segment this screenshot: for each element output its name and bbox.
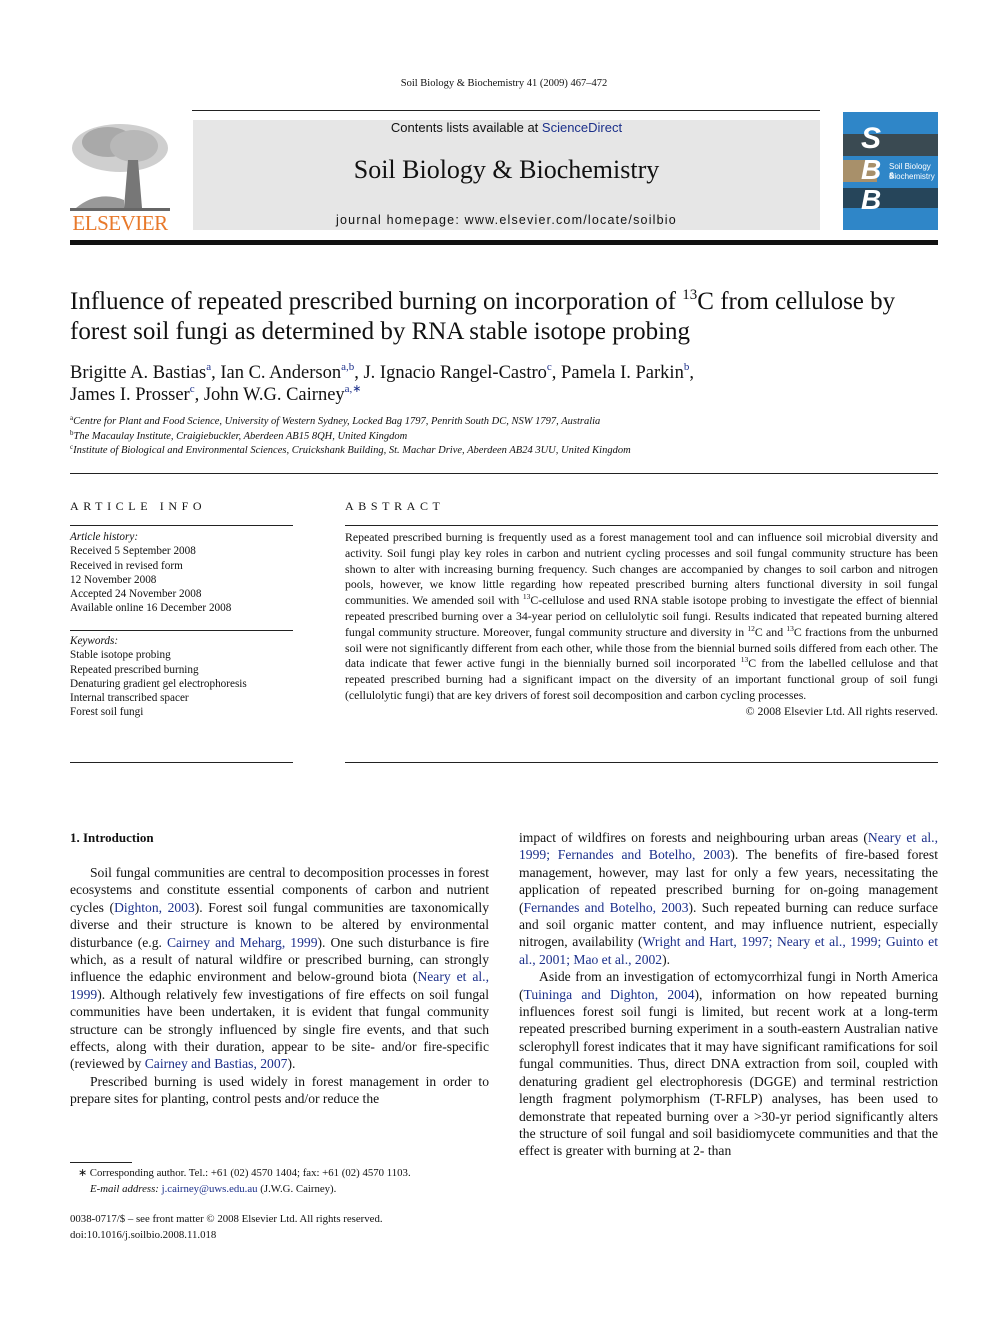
history-item: Received in revised form (70, 559, 183, 572)
cover-image-strip-1 (843, 134, 938, 156)
author-separator: , (211, 363, 221, 383)
author-name[interactable]: Brigitte A. Bastias (70, 363, 206, 383)
keyword-item: Repeated prescribed burning (70, 663, 199, 676)
author-separator: , (689, 363, 694, 383)
paragraph: impact of wildfires on forests and neigh… (519, 829, 938, 968)
email-suffix: (J.W.G. Cairney). (257, 1183, 337, 1195)
keywords: Keywords: Stable isotope probing Repeate… (70, 634, 295, 720)
section-heading-introduction: 1. Introduction (70, 830, 154, 845)
affiliation-text: The Macaulay Institute, Craigiebuckler, … (73, 431, 408, 442)
abstract-rule (345, 525, 938, 526)
history-item: Available online 16 December 2008 (70, 602, 232, 615)
cover-letter-b2: B (861, 184, 882, 215)
citation-link[interactable]: Fernandes and Botelho, 2003 (524, 900, 689, 915)
author-name[interactable]: James I. Prosser (70, 385, 190, 405)
journal-homepage-link[interactable]: journal homepage: www.elsevier.com/locat… (193, 213, 820, 227)
history-item: Accepted 24 November 2008 (70, 588, 202, 601)
cover-title-line2: Biochemistry (889, 172, 935, 181)
keyword-item: Stable isotope probing (70, 649, 171, 662)
email-label: E-mail address: (90, 1183, 159, 1195)
affiliation-text: Institute of Biological and Environmenta… (73, 445, 631, 456)
paragraph: Soil fungal communities are central to d… (70, 864, 489, 1073)
keyword-item: Internal transcribed spacer (70, 692, 189, 705)
elsevier-wordmark: ELSEVIER (72, 211, 168, 235)
affiliation-c: cInstitute of Biological and Environment… (70, 444, 950, 457)
author-name[interactable]: J. Ignacio Rangel-Castro (363, 363, 546, 383)
author-name[interactable]: Ian C. Anderson (220, 363, 341, 383)
affiliations-rule (70, 473, 938, 474)
author-name[interactable]: Pamela I. Parkin (561, 363, 684, 383)
abstract-copyright: © 2008 Elsevier Ltd. All rights reserved… (745, 703, 938, 718)
history-item: 12 November 2008 (70, 573, 157, 586)
keywords-label: Keywords: (70, 635, 119, 647)
author-name[interactable]: John W.G. Cairney (204, 385, 345, 405)
history-item: Received 5 September 2008 (70, 545, 196, 558)
affiliation-text: Centre for Plant and Food Science, Unive… (73, 416, 601, 427)
abstract-text: C and (754, 624, 787, 639)
article-history: Article history: Received 5 September 20… (70, 530, 295, 616)
article-info-heading: ARTICLE INFO (70, 499, 207, 513)
body-column-left: Soil fungal communities are central to d… (70, 864, 489, 1108)
keyword-item: Forest soil fungi (70, 706, 144, 719)
corresponding-author-footnote: ∗ Corresponding author. Tel.: +61 (02) 4… (78, 1165, 498, 1197)
article-title: Influence of repeated prescribed burning… (70, 287, 950, 347)
author-affiliation-link[interactable]: a,b (341, 361, 354, 373)
author-affiliation-link[interactable]: a,∗ (345, 383, 362, 395)
citation-link[interactable]: Cairney and Meharg, 1999 (167, 935, 318, 950)
body-text: impact of wildfires on forests and neigh… (519, 830, 868, 845)
cover-letter-b1: B (861, 154, 882, 185)
isotope-superscript: 12 (747, 623, 755, 633)
citation-link[interactable]: Dighton, 2003 (114, 900, 195, 915)
contents-prefix: Contents lists available at (390, 120, 542, 135)
isotope-superscript: 13 (786, 623, 794, 633)
title-superscript: 13 (682, 287, 698, 303)
paragraph: Aside from an investigation of ectomycor… (519, 968, 938, 1159)
masthead-bottom-rule (70, 240, 938, 245)
body-text: ). (662, 951, 671, 967)
journal-title: Soil Biology & Biochemistry (353, 155, 660, 184)
front-matter-text: 0038-0717/$ – see front matter © 2008 El… (70, 1213, 383, 1225)
cover-letter-s: S (861, 122, 882, 155)
body-text: ), information on how repeated burning i… (519, 986, 938, 1159)
running-head: Soil Biology & Biochemistry 41 (2009) 46… (400, 78, 608, 89)
author-list: Brigitte A. Bastiasa, Ian C. Andersona,b… (70, 362, 950, 406)
front-matter: 0038-0717/$ – see front matter © 2008 El… (70, 1211, 500, 1243)
contents-line: Contents lists available at ScienceDirec… (193, 120, 820, 135)
author-separator: , (551, 363, 562, 383)
email-line: E-mail address: j.cairney@uws.edu.au (J.… (78, 1181, 498, 1197)
affiliation-a: aCentre for Plant and Food Science, Univ… (70, 415, 950, 428)
body-text: ). (287, 1056, 296, 1072)
article-history-label: Article history: (70, 531, 139, 543)
citation-link[interactable]: Tuininga and Dighton, 2004 (524, 987, 695, 1002)
body-column-right: impact of wildfires on forests and neigh… (519, 829, 938, 1160)
abstract-body: Repeated prescribed burning is frequentl… (345, 530, 938, 720)
keyword-item: Denaturing gradient gel electrophoresis (70, 677, 247, 690)
article-info-bottom-rule (70, 762, 293, 763)
header-rule (192, 110, 820, 111)
sciencedirect-link[interactable]: ScienceDirect (542, 120, 622, 135)
journal-cover[interactable]: S B B Soil Biology & Biochemistry (843, 112, 938, 230)
cover-image-strip-3 (843, 188, 938, 208)
doi[interactable]: doi:10.1016/j.soilbio.2008.11.018 (70, 1227, 500, 1243)
affiliation-b: bThe Macaulay Institute, Craigiebuckler,… (70, 430, 950, 443)
citation-link[interactable]: Cairney and Bastias, 2007 (145, 1056, 288, 1071)
corresponding-author-text: ∗ Corresponding author. Tel.: +61 (02) 4… (78, 1167, 411, 1179)
abstract-bottom-rule (345, 762, 938, 763)
keywords-rule (70, 630, 293, 631)
title-part-1: Influence of repeated prescribed burning… (70, 288, 683, 315)
paragraph: Prescribed burning is used widely in for… (70, 1073, 489, 1107)
article-info-rule (70, 525, 293, 526)
email-link[interactable]: j.cairney@uws.edu.au (162, 1183, 258, 1195)
author-separator: , (194, 385, 204, 405)
abstract-heading: ABSTRACT (345, 499, 445, 513)
footnote-rule (70, 1162, 132, 1163)
tree-icon (68, 120, 172, 215)
